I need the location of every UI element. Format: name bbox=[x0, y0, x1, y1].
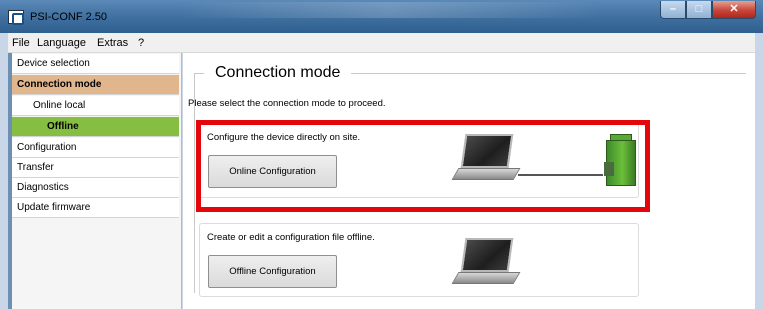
offline-config-card: Create or edit a configuration file offl… bbox=[199, 223, 639, 297]
title-bar: PSI-CONF 2.50 – □ ✕ bbox=[0, 0, 763, 33]
navigation-sidebar: Device selection Connection mode Online … bbox=[8, 53, 182, 309]
sidebar-item-transfer[interactable]: Transfer bbox=[12, 158, 179, 178]
sidebar-item-connection-mode[interactable]: Connection mode bbox=[12, 75, 179, 95]
minimize-button[interactable]: – bbox=[660, 1, 686, 19]
app-icon bbox=[8, 10, 24, 25]
menu-help[interactable]: ? bbox=[138, 37, 144, 49]
menu-language[interactable]: Language bbox=[37, 37, 86, 49]
menu-extras[interactable]: Extras bbox=[97, 37, 128, 49]
title-bar-gloss bbox=[180, 2, 600, 18]
intro-text: Please select the connection mode to pro… bbox=[188, 98, 386, 109]
offline-configuration-button[interactable]: Offline Configuration bbox=[208, 255, 337, 288]
menu-bar: File Language Extras ? bbox=[8, 33, 755, 53]
maximize-button[interactable]: □ bbox=[686, 1, 712, 19]
window-controls: – □ ✕ bbox=[660, 1, 756, 21]
offline-description: Create or edit a configuration file offl… bbox=[207, 232, 375, 243]
sidebar-item-diagnostics[interactable]: Diagnostics bbox=[12, 178, 179, 198]
sidebar-item-online-local[interactable]: Online local bbox=[12, 96, 179, 116]
close-button[interactable]: ✕ bbox=[712, 1, 756, 19]
sidebar-item-device-selection[interactable]: Device selection bbox=[12, 54, 179, 74]
page-title: Connection mode bbox=[204, 64, 352, 82]
menu-file[interactable]: File bbox=[12, 37, 30, 49]
sidebar-item-offline[interactable]: Offline bbox=[12, 117, 179, 137]
highlight-box bbox=[196, 120, 650, 212]
sidebar-item-update-firmware[interactable]: Update firmware bbox=[12, 198, 179, 218]
sidebar-item-configuration[interactable]: Configuration bbox=[12, 138, 179, 158]
window-title: PSI-CONF 2.50 bbox=[30, 11, 108, 23]
